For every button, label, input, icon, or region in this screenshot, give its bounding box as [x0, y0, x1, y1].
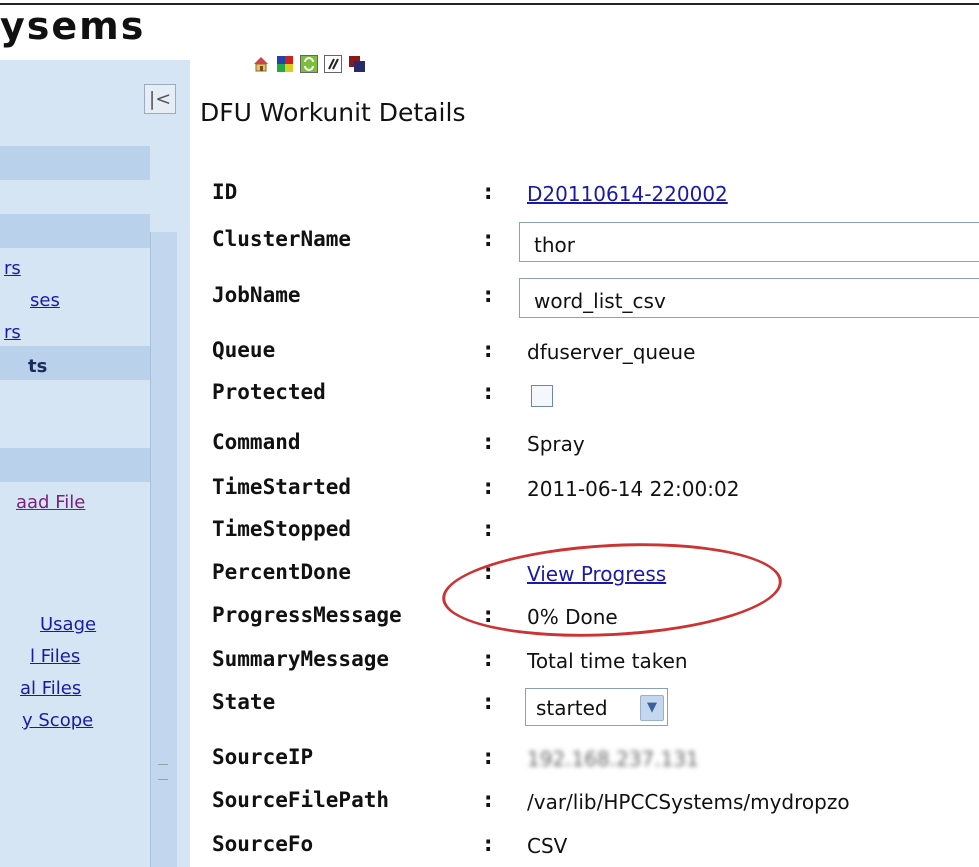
page-title: DFU Workunit Details — [200, 98, 466, 127]
colon: : — [484, 338, 493, 362]
colon: : — [484, 832, 493, 856]
label-progress-message: ProgressMessage — [212, 603, 402, 627]
dual-window-icon[interactable] — [348, 55, 366, 73]
sidebar-link-ts-active[interactable]: ts — [28, 356, 47, 377]
command-value: Spray — [527, 432, 585, 456]
sidebar-section-header — [0, 146, 150, 180]
label-source-ip: SourceIP — [212, 745, 314, 769]
protected-checkbox[interactable] — [531, 385, 553, 407]
queue-value: dfuserver_queue — [527, 340, 696, 364]
colon: : — [484, 647, 493, 671]
workunit-id-link[interactable]: D20110614-220002 — [527, 182, 728, 206]
state-select[interactable]: started ▼ — [525, 688, 668, 726]
pencil-icon[interactable] — [324, 55, 342, 73]
toolbar — [252, 55, 366, 73]
sidebar-link-scope[interactable]: y Scope — [22, 710, 93, 731]
label-id: ID — [212, 180, 238, 204]
job-name-field[interactable]: word_list_csv — [519, 278, 979, 318]
label-source-format: SourceFo — [212, 832, 314, 856]
source-file-path-value: /var/lib/HPCCSystems/mydropzo — [527, 790, 850, 814]
sidebar-link-rs[interactable]: rs — [4, 322, 21, 343]
cluster-name-field[interactable]: thor — [519, 222, 979, 262]
sidebar-link-upload-file[interactable]: aad File — [16, 492, 85, 513]
sidebar-link-usage[interactable]: Usage — [40, 614, 96, 635]
colon: : — [484, 227, 493, 251]
colon: : — [484, 283, 493, 307]
label-command: Command — [212, 430, 301, 454]
label-cluster-name: ClusterName — [212, 227, 352, 251]
colon: : — [484, 690, 493, 714]
sidebar-link-rs[interactable]: rs — [4, 258, 21, 279]
label-job-name: JobName — [212, 283, 301, 307]
sidebar-section-header — [0, 214, 150, 248]
colon: : — [484, 788, 493, 812]
label-time-started: TimeStarted — [212, 475, 352, 499]
source-ip-value: 192.168.237.131 — [527, 747, 699, 771]
sidebar-link-files[interactable]: l Files — [30, 646, 80, 667]
scrollbar-grip[interactable] — [158, 764, 168, 780]
top-border — [0, 3, 979, 5]
label-protected: Protected — [212, 380, 326, 404]
colon: : — [484, 475, 493, 499]
label-queue: Queue — [212, 338, 276, 362]
state-selected-value: started — [536, 696, 608, 720]
logo-text: ysems — [0, 4, 146, 48]
home-icon[interactable] — [252, 55, 270, 73]
refresh-icon[interactable] — [300, 55, 318, 73]
collapse-sidebar-button[interactable]: |< — [144, 84, 176, 114]
colon: : — [484, 745, 493, 769]
chevron-down-icon[interactable]: ▼ — [640, 695, 664, 721]
summary-message-value: Total time taken — [527, 649, 688, 673]
sidebar-link-ses[interactable]: ses — [30, 290, 60, 311]
sidebar-link-files[interactable]: al Files — [20, 678, 81, 699]
label-summary-message: SummaryMessage — [212, 647, 390, 671]
sidebar-section-header — [0, 346, 150, 380]
label-state: State — [212, 690, 276, 714]
label-percent-done: PercentDone — [212, 560, 352, 584]
colon: : — [484, 380, 493, 404]
colon: : — [484, 430, 493, 454]
colon: : — [484, 517, 493, 541]
label-source-file-path: SourceFilePath — [212, 788, 390, 812]
source-format-value: CSV — [527, 834, 568, 858]
color-grid-icon[interactable] — [276, 55, 294, 73]
colon: : — [484, 180, 493, 204]
time-started-value: 2011-06-14 22:00:02 — [527, 477, 740, 501]
label-time-stopped: TimeStopped — [212, 517, 352, 541]
sidebar-section-header — [0, 448, 150, 482]
highlight-ellipse — [439, 535, 785, 645]
